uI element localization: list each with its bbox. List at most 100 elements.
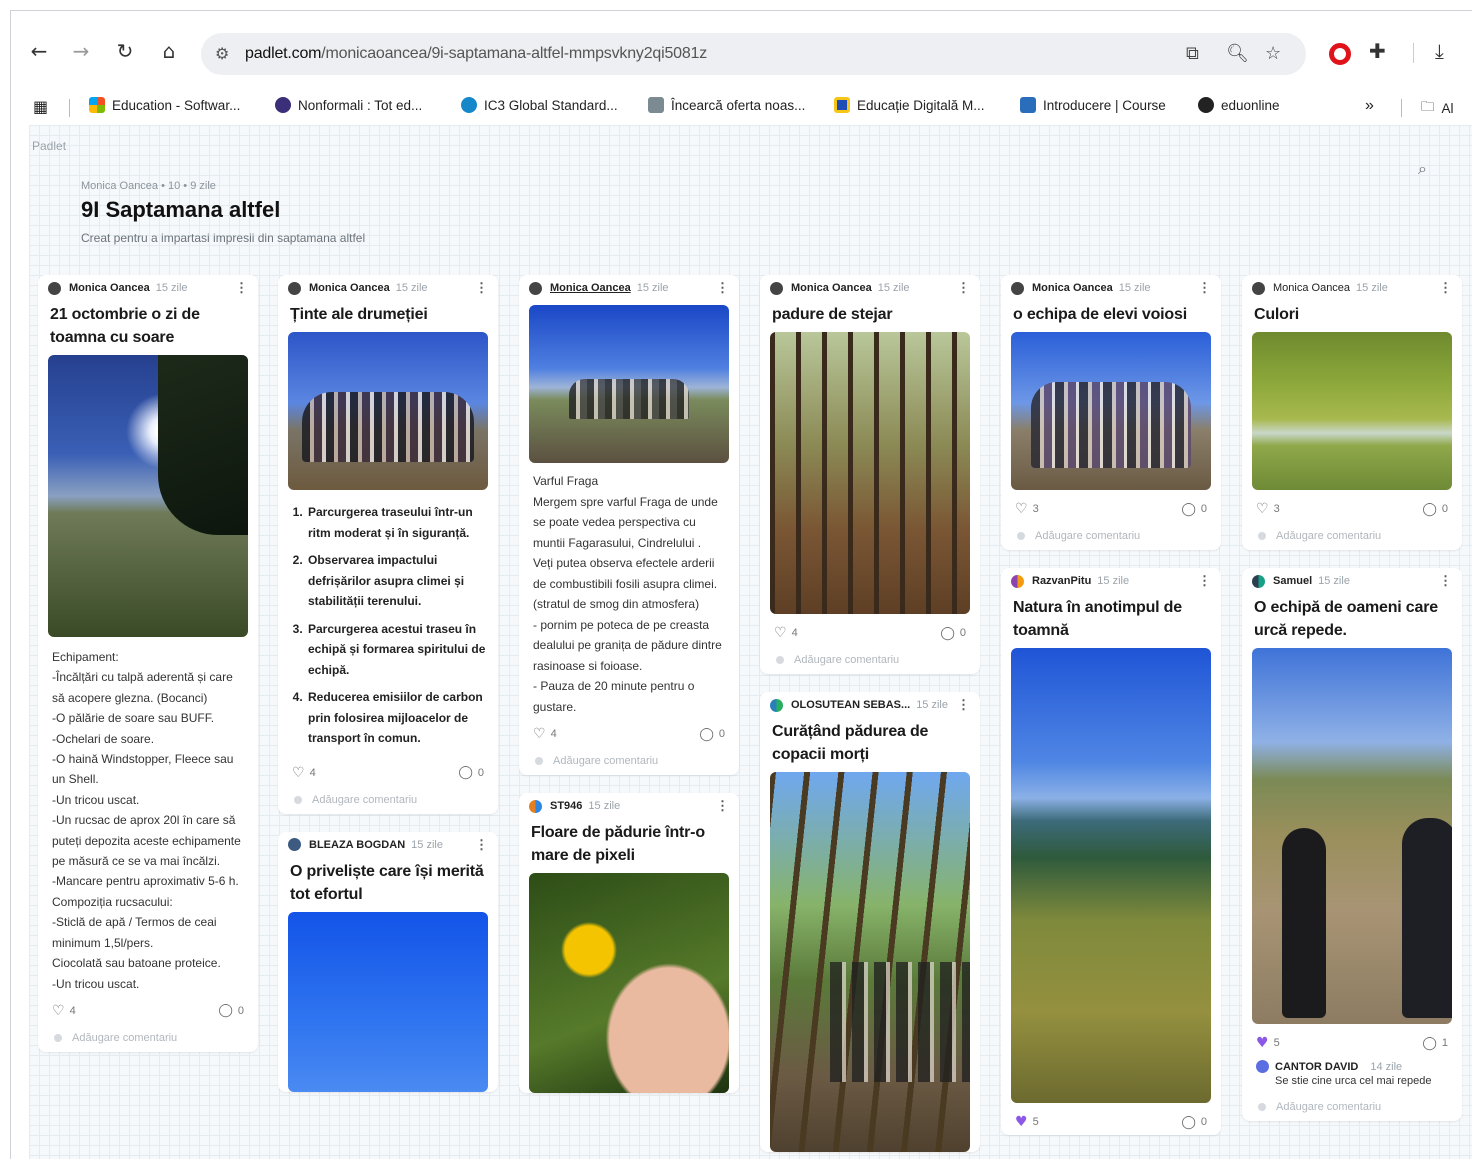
post-author[interactable]: RazvanPitu — [1032, 575, 1091, 587]
heart-icon[interactable]: ♡ — [292, 765, 305, 781]
post-author[interactable]: Monica Oancea — [550, 282, 631, 294]
comment-count: 0 — [1200, 1116, 1207, 1128]
autumn-colors-photo[interactable] — [1252, 332, 1452, 490]
opera-icon[interactable] — [1329, 43, 1351, 65]
reload-icon[interactable]: ↻ — [111, 37, 139, 65]
more-options-icon[interactable]: ⋮ — [1198, 573, 1211, 589]
comment-icon[interactable]: ◯ — [940, 626, 955, 641]
blue-sky-photo[interactable] — [288, 911, 488, 1092]
post-card[interactable]: BLEAZA BOGDAN 15 zile ⋮ O priveliște car… — [278, 831, 498, 1092]
address-bar[interactable]: ⚙ padlet.com/monicaoancea/9i-saptamana-a… — [201, 33, 1306, 75]
add-comment-input[interactable]: Adăugare comentariu — [1001, 522, 1221, 550]
more-options-icon[interactable]: ⋮ — [235, 280, 248, 296]
post-card[interactable]: Monica Oancea 15 zile ⋮ o echipa de elev… — [1001, 275, 1221, 550]
post-card[interactable]: RazvanPitu 15 zile ⋮ Natura în anotimpul… — [1001, 568, 1221, 1135]
happy-students-photo[interactable] — [1011, 332, 1211, 490]
oak-forest-photo[interactable] — [770, 332, 970, 614]
hikers-climbing-photo[interactable] — [1252, 648, 1452, 1024]
bookmark-eduonline[interactable]: eduonline — [1198, 97, 1280, 113]
post-card[interactable]: Samuel 15 zile ⋮ O echipă de oameni care… — [1242, 568, 1462, 1121]
padlet-logo[interactable]: Padlet — [32, 139, 66, 153]
heart-icon[interactable]: ♡ — [533, 726, 546, 742]
post-title: o echipa de elevi voiosi — [1013, 306, 1187, 323]
post-author[interactable]: ST946 — [550, 800, 582, 812]
post-author[interactable]: Monica Oancea — [309, 282, 390, 294]
bookmark-ic3[interactable]: IC3 Global Standard... — [461, 97, 618, 113]
comment-author[interactable]: CANTOR DAVID — [1275, 1061, 1358, 1073]
flower-in-hand-photo[interactable] — [529, 873, 729, 1093]
more-options-icon[interactable]: ⋮ — [1198, 280, 1211, 296]
extensions-icon[interactable]: ✚ — [1369, 39, 1386, 63]
install-app-icon[interactable]: ⧉ — [1186, 43, 1199, 64]
post-card[interactable]: Monica Oancea 15 zile ⋮ padure de stejar… — [760, 275, 980, 674]
bookmark-nonformali[interactable]: Nonformali : Tot ed... — [275, 97, 422, 113]
post-title: Natura în anotimpul de toamnă — [1013, 599, 1182, 639]
group-photo[interactable] — [288, 332, 488, 490]
heart-icon[interactable]: ♡ — [1256, 501, 1269, 517]
more-options-icon[interactable]: ⋮ — [957, 697, 970, 713]
bookmark-star-icon[interactable]: ☆ — [1265, 43, 1281, 64]
add-comment-input[interactable]: Adăugare comentariu — [760, 646, 980, 674]
comment-icon[interactable]: ◯ — [699, 727, 714, 742]
comment-count: 0 — [718, 728, 725, 740]
more-options-icon[interactable]: ⋮ — [1439, 573, 1452, 589]
more-options-icon[interactable]: ⋮ — [716, 280, 729, 296]
post-card[interactable]: OLOSUTEAN SEBAS... 15 zile ⋮ Curățând pă… — [760, 692, 980, 1152]
back-icon[interactable]: ← — [25, 37, 53, 65]
url-text[interactable]: padlet.com/monicaoancea/9i-saptamana-alt… — [245, 45, 707, 63]
more-options-icon[interactable]: ⋮ — [475, 837, 488, 853]
add-comment-input[interactable]: Adăugare comentariu — [278, 786, 498, 814]
home-icon[interactable]: ⌂ — [155, 37, 183, 65]
more-options-icon[interactable]: ⋮ — [716, 798, 729, 814]
comment-icon[interactable]: ◯ — [1422, 1036, 1437, 1051]
forest-cleanup-photo[interactable] — [770, 772, 970, 1152]
more-bookmarks-icon[interactable]: » — [1365, 97, 1374, 115]
heart-icon[interactable]: ♥ — [1256, 1035, 1269, 1051]
bookmark-education[interactable]: Education - Softwar... — [89, 97, 240, 113]
autumn-mountains-photo[interactable] — [1011, 648, 1211, 1103]
comment-icon[interactable]: ◯ — [1181, 1115, 1196, 1130]
search-icon[interactable]: ⌕ — [1418, 159, 1427, 179]
site-settings-icon[interactable]: ⚙ — [215, 44, 229, 63]
post-author[interactable]: OLOSUTEAN SEBAS... — [791, 699, 910, 711]
summit-group-photo[interactable] — [529, 305, 729, 463]
forward-icon[interactable]: → — [67, 37, 95, 65]
comment-icon[interactable]: ◯ — [1422, 502, 1437, 517]
add-comment-input[interactable]: Adăugare comentariu — [1242, 1093, 1462, 1121]
post-card[interactable]: Monica Oancea 15 zile ⋮ Culori ♡ 3 ◯ 0 Adă… — [1242, 275, 1462, 550]
comment-icon[interactable]: ◯ — [1181, 502, 1196, 517]
apps-grid-icon[interactable]: ▦ — [33, 97, 48, 116]
zoom-icon[interactable]: 🔍︎ — [1226, 43, 1249, 64]
all-bookmarks-folder[interactable]: 🗀 Al — [1421, 97, 1454, 120]
comment-icon[interactable]: ◯ — [458, 765, 473, 780]
heart-icon[interactable]: ♡ — [52, 1003, 65, 1019]
post-card[interactable]: Monica Oancea 15 zile ⋮ Ținte ale drumeț… — [278, 275, 498, 814]
add-comment-input[interactable]: Adăugare comentariu — [519, 747, 739, 775]
post-author[interactable]: BLEAZA BOGDAN — [309, 839, 405, 851]
more-options-icon[interactable]: ⋮ — [1439, 280, 1452, 296]
body-line: Veți putea observa efectele arderii de c… — [533, 556, 718, 611]
sunny-hill-photo[interactable] — [48, 355, 248, 637]
comment-text: Se stie cine urca cel mai repede — [1275, 1075, 1432, 1087]
post-header: RazvanPitu 15 zile ⋮ — [1001, 568, 1221, 594]
post-card[interactable]: Monica Oancea 15 zile ⋮ Varful Fraga Mer… — [519, 275, 739, 775]
post-author[interactable]: Monica Oancea — [1032, 282, 1113, 294]
download-icon[interactable]: ⤓ — [1435, 39, 1444, 63]
post-card[interactable]: ST946 15 zile ⋮ Floare de pădurie într-o… — [519, 793, 739, 1093]
post-author[interactable]: Samuel — [1273, 575, 1312, 587]
post-author[interactable]: Monica Oancea — [69, 282, 150, 294]
more-options-icon[interactable]: ⋮ — [957, 280, 970, 296]
more-options-icon[interactable]: ⋮ — [475, 280, 488, 296]
bookmark-course[interactable]: Introducere | Course — [1020, 97, 1166, 113]
post-author[interactable]: Monica Oancea — [791, 282, 872, 294]
add-comment-input[interactable]: Adăugare comentariu — [1242, 522, 1462, 550]
add-comment-input[interactable]: Adăugare comentariu — [38, 1024, 258, 1052]
comment-icon[interactable]: ◯ — [218, 1003, 233, 1018]
heart-icon[interactable]: ♡ — [1015, 501, 1028, 517]
post-card[interactable]: Monica Oancea 15 zile ⋮ 21 octombrie o z… — [38, 275, 258, 1052]
heart-icon[interactable]: ♥ — [1015, 1114, 1028, 1130]
bookmark-edu-digitala[interactable]: Educație Digitală M... — [834, 97, 985, 113]
heart-icon[interactable]: ♡ — [774, 625, 787, 641]
bookmark-offer[interactable]: Încearcă oferta noas... — [648, 97, 805, 113]
post-author[interactable]: Monica Oancea — [1273, 282, 1350, 294]
